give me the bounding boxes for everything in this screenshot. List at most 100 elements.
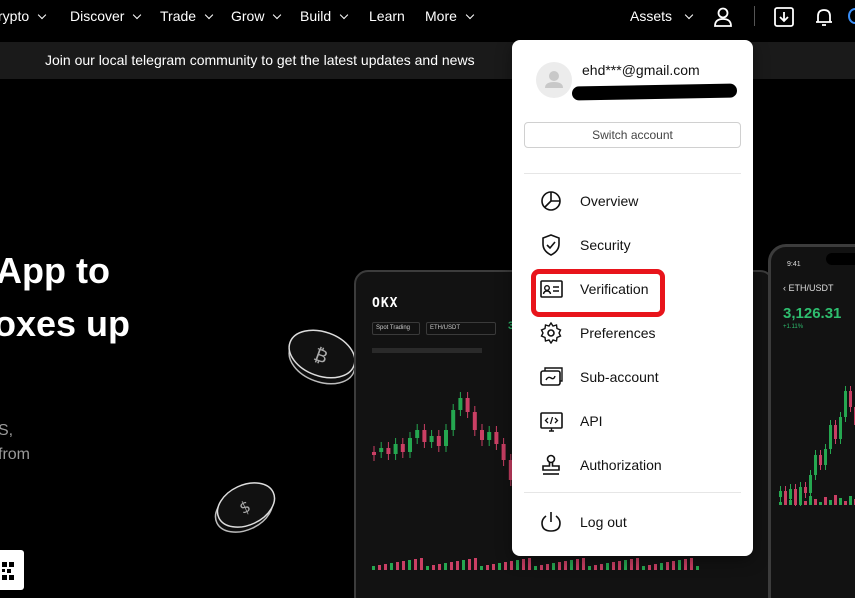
globe-icon[interactable] — [848, 8, 855, 24]
volume-bar — [462, 560, 465, 570]
volume-bar — [829, 500, 832, 505]
menu-item-sub-account[interactable]: Sub-account — [524, 359, 741, 395]
volume-bar — [396, 562, 399, 570]
tablet-select-pair: ETH/USDT — [426, 322, 496, 335]
menu-label: Authorization — [580, 457, 662, 473]
volume-bar — [636, 558, 639, 570]
hero-title-line-1: App to — [0, 250, 110, 291]
volume-bar — [678, 560, 681, 570]
volume-bar — [456, 561, 459, 570]
nav-crypto[interactable]: rypto — [0, 8, 47, 24]
user-icon[interactable] — [712, 6, 734, 28]
volume-bar — [408, 560, 411, 570]
menu-item-log-out[interactable]: Log out — [524, 504, 741, 540]
volume-bar — [540, 565, 543, 570]
volume-bar — [814, 499, 817, 505]
volume-bar — [594, 565, 597, 570]
volume-bar — [504, 562, 507, 570]
menu-label: Preferences — [580, 325, 656, 341]
candle-body — [809, 475, 812, 493]
candle-body — [372, 452, 376, 455]
candle-body — [386, 448, 391, 454]
candle-body — [779, 491, 782, 497]
phone-pair: ETH/USDT — [788, 283, 834, 293]
download-icon[interactable] — [773, 6, 795, 28]
shield-check-icon — [542, 234, 560, 256]
menu-item-verification[interactable]: Verification — [524, 271, 741, 307]
chevron-down-icon — [684, 10, 694, 19]
candle-body — [804, 487, 807, 493]
okx-logo: OKX — [372, 296, 399, 311]
candle-body — [429, 436, 434, 442]
bitcoin-coin-icon: ₿ — [288, 329, 356, 385]
candle-body — [844, 391, 847, 417]
menu-item-api[interactable]: API — [524, 403, 741, 439]
volume-bar — [582, 558, 585, 570]
stamp-icon — [542, 454, 560, 475]
menu-divider — [524, 492, 741, 493]
candle-body — [834, 425, 837, 439]
nav-learn[interactable]: Learn — [369, 8, 405, 24]
volume-bar — [600, 564, 603, 570]
sub-account-icon — [540, 367, 563, 386]
nav-divider — [754, 6, 755, 26]
hero-subtitle-line-1: S, — [0, 422, 14, 439]
chevron-down-icon — [465, 10, 475, 19]
volume-bar — [809, 496, 812, 505]
menu-item-overview[interactable]: Overview — [524, 183, 741, 219]
tablet-select-market: Spot Trading — [372, 322, 420, 335]
qr-code[interactable] — [0, 550, 24, 590]
volume-bar — [552, 563, 555, 570]
bell-icon[interactable] — [813, 6, 835, 28]
volume-bar — [648, 565, 651, 570]
nav-build[interactable]: Build — [300, 8, 349, 24]
nav-discover[interactable]: Discover — [70, 8, 142, 24]
nav-grow[interactable]: Grow — [231, 8, 282, 24]
candle-body — [480, 430, 484, 440]
volume-bar — [794, 495, 797, 505]
volume-bar — [480, 566, 483, 570]
account-dropdown: ehd***@gmail.com Switch account Overview… — [512, 40, 753, 556]
phone-change: +1.11% — [783, 324, 804, 330]
volume-bar — [824, 497, 827, 505]
hero-subtitle-line-2: from — [0, 446, 30, 463]
volume-bar — [672, 561, 675, 570]
volume-bar — [624, 560, 627, 570]
avatar[interactable] — [536, 62, 572, 98]
volume-bar — [474, 558, 477, 570]
switch-account-button[interactable]: Switch account — [524, 122, 741, 148]
account-email: ehd***@gmail.com — [582, 62, 700, 78]
volume-bar — [849, 496, 852, 505]
volume-bar — [444, 563, 447, 570]
chevron-down-icon — [37, 10, 47, 19]
menu-item-authorization[interactable]: Authorization — [524, 447, 741, 483]
candle-body — [487, 432, 492, 440]
nav-label: rypto — [0, 8, 30, 24]
candle-body — [819, 455, 822, 465]
candle-body — [824, 449, 827, 465]
phone-notch — [826, 253, 855, 265]
nav-assets[interactable]: Assets — [630, 8, 694, 24]
volume-bar — [402, 561, 405, 570]
volume-bar — [528, 558, 531, 570]
candle-body — [400, 444, 405, 452]
menu-item-security[interactable]: Security — [524, 227, 741, 263]
volume-bar — [510, 561, 513, 570]
menu-label: Log out — [580, 514, 627, 530]
volume-bar — [420, 558, 423, 570]
menu-item-preferences[interactable]: Preferences — [524, 315, 741, 351]
banner-text: Join our local telegram community to get… — [45, 52, 475, 68]
nav-trade[interactable]: Trade — [160, 8, 214, 24]
menu-label: Security — [580, 237, 631, 253]
volume-bar — [372, 566, 375, 570]
candle-body — [494, 432, 499, 444]
nav-more[interactable]: More — [425, 8, 475, 24]
volume-bar — [588, 566, 591, 570]
volume-bar — [612, 562, 615, 570]
volume-bar — [654, 564, 657, 570]
phone-candlestick-chart — [779, 386, 855, 506]
phone-price: 3,126.31 — [783, 305, 842, 322]
volume-bar — [414, 559, 417, 570]
volume-bar — [789, 500, 792, 505]
volume-bar — [522, 559, 525, 570]
